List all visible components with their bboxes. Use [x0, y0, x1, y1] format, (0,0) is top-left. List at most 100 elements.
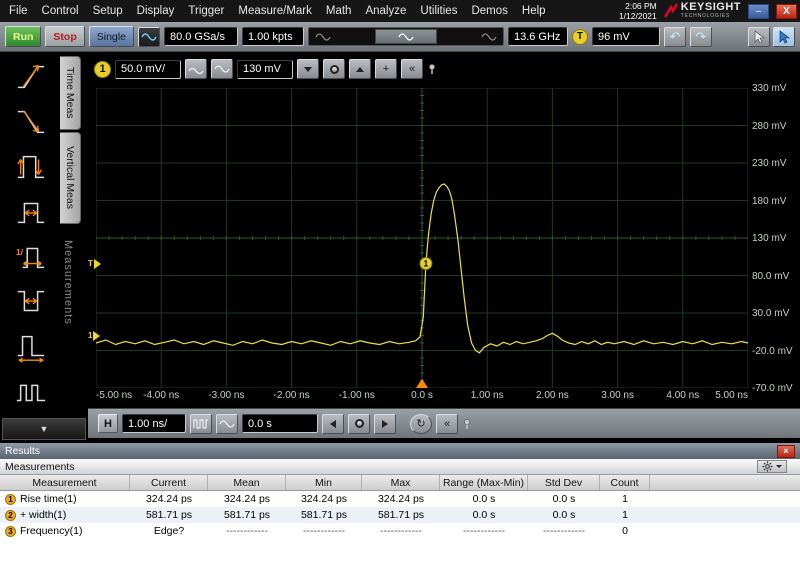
column-header-std-dev[interactable]: Std Dev [528, 475, 600, 490]
measurement-name-cell: 3Frequency(1) [0, 523, 130, 539]
channel-1-badge[interactable]: 1 [94, 61, 111, 78]
cell-mean: ------------ [208, 523, 286, 539]
results-close-button[interactable]: × [777, 445, 795, 458]
toolbar: Run Stop Single 80.0 GSa/s 1.00 kpts 13.… [0, 22, 800, 52]
tab-label: Time Meas [64, 67, 76, 119]
tab-label: Vertical Meas [64, 146, 76, 209]
single-button[interactable]: Single [89, 26, 134, 47]
measurement-button-negative-width[interactable] [8, 279, 54, 324]
sample-rate-field[interactable]: 80.0 GSa/s [164, 27, 238, 46]
trigger-level-field[interactable]: 96 mV [592, 27, 660, 46]
memory-depth-field[interactable]: 1.00 kpts [242, 27, 304, 46]
pin-icon[interactable] [427, 63, 437, 75]
measurement-row-rise-time-1[interactable]: 1Rise time(1)324.24 ps324.24 ps324.24 ps… [0, 491, 800, 507]
redo-icon: ↷ [696, 30, 707, 43]
timebase-zoom-in-button[interactable] [190, 414, 212, 434]
menu-item-trigger[interactable]: Trigger [181, 2, 231, 20]
cell-count: 1 [600, 507, 650, 523]
menu-item-analyze[interactable]: Analyze [358, 2, 413, 20]
reset-position-button[interactable]: ↻ [410, 414, 432, 434]
expand-measurements-button[interactable]: ▼ [2, 418, 86, 440]
waveform-display-toggle-button[interactable] [138, 27, 160, 47]
x-axis-label: 0.0 s [411, 390, 433, 401]
undo-button[interactable]: ↶ [664, 27, 686, 47]
offset-down-button[interactable] [297, 59, 319, 79]
stop-button[interactable]: Stop [45, 26, 84, 47]
measurement-button-fall-time[interactable] [8, 99, 54, 144]
position-right-button[interactable] [374, 414, 396, 434]
fall-time-icon [15, 106, 47, 138]
scale-coarse-button[interactable] [185, 59, 207, 79]
column-header-measurement[interactable]: Measurement [0, 475, 130, 490]
offset-up-button[interactable] [349, 59, 371, 79]
column-header-mean[interactable]: Mean [208, 475, 286, 490]
trigger-level-marker[interactable]: T [88, 258, 101, 270]
cell-range-max-min: 0.0 s [440, 507, 528, 523]
horizontal-position-field[interactable]: 0.0 s [242, 414, 318, 433]
tab-time-meas[interactable]: Time Meas [60, 56, 81, 130]
clock-date: 1/12/2021 [619, 11, 657, 21]
pin-icon[interactable] [462, 418, 472, 430]
x-axis-label: 5.00 ns [715, 390, 748, 401]
column-header-range-max-min[interactable]: Range (Max-Min) [440, 475, 528, 490]
column-header-filler [650, 475, 800, 490]
menu-item-setup[interactable]: Setup [86, 2, 130, 20]
position-knob[interactable] [348, 414, 370, 434]
measurement-badge: 1 [5, 494, 16, 505]
menu-item-math[interactable]: Math [319, 2, 359, 20]
measurement-button-positive-width[interactable] [8, 189, 54, 234]
trigger-source-badge[interactable]: T [572, 29, 588, 45]
timebase-scale-field[interactable]: 1.00 ns/ [122, 414, 186, 433]
column-header-current[interactable]: Current [130, 475, 208, 490]
channel-scale-field[interactable]: 50.0 mV/ [115, 60, 181, 79]
horizontal-control-bar: H 1.00 ns/ 0.0 s ↻ « [88, 408, 800, 438]
acquisition-window-handle[interactable] [375, 29, 437, 44]
acquisition-position-strip[interactable] [308, 27, 504, 46]
offset-knob[interactable] [323, 59, 345, 79]
close-button[interactable]: X [776, 4, 797, 19]
measurements-settings-button[interactable] [757, 460, 787, 473]
menu-item-display[interactable]: Display [130, 2, 182, 20]
measurement-row-width-1[interactable]: 2+ width(1)581.71 ps581.71 ps581.71 ps58… [0, 507, 800, 523]
menu-item-demos[interactable]: Demos [464, 2, 514, 20]
touch-mode-button[interactable] [773, 27, 795, 47]
position-left-button[interactable] [322, 414, 344, 434]
measurement-button-duty-cycle[interactable] [8, 324, 54, 369]
run-button[interactable]: Run [5, 26, 41, 47]
cell-range-max-min: 0.0 s [440, 491, 528, 507]
scale-fine-button[interactable] [211, 59, 233, 79]
measurement-row-frequency-1[interactable]: 3Frequency(1)Edge?----------------------… [0, 523, 800, 539]
collapse-channel-bar-button[interactable]: « [401, 59, 423, 79]
menu-item-help[interactable]: Help [515, 2, 553, 20]
ground-marker[interactable]: 1 [88, 330, 100, 342]
redo-button[interactable]: ↷ [690, 27, 712, 47]
x-axis-label: -3.00 ns [208, 390, 244, 401]
measurement-button-frequency[interactable]: 1/ [8, 234, 54, 279]
pointer-mode-button[interactable] [748, 27, 770, 47]
channel-offset-field[interactable]: 130 mV [237, 60, 293, 79]
bandwidth-field[interactable]: 13.6 GHz [508, 27, 568, 46]
column-header-min[interactable]: Min [286, 475, 362, 490]
column-header-max[interactable]: Max [362, 475, 440, 490]
minimize-button[interactable]: – [748, 4, 769, 19]
tab-vertical-meas[interactable]: Vertical Meas [60, 132, 81, 224]
cell-count: 1 [600, 491, 650, 507]
menu-item-control[interactable]: Control [35, 2, 86, 20]
horizontal-badge[interactable]: H [98, 414, 118, 433]
menu-item-measure-mark[interactable]: Measure/Mark [231, 2, 319, 20]
menu-item-utilities[interactable]: Utilities [413, 2, 464, 20]
collapse-horizontal-bar-button[interactable]: « [436, 414, 458, 434]
timebase-zoom-out-button[interactable] [216, 414, 238, 434]
measurement-button-edge-levels[interactable] [8, 144, 54, 189]
add-waveform-button[interactable]: + [375, 59, 397, 79]
chevron-right-icon [382, 420, 388, 428]
menu-item-file[interactable]: File [2, 2, 35, 20]
y-axis-label: 330 mV [752, 83, 786, 94]
column-header-count[interactable]: Count [600, 475, 650, 490]
cell-std-dev: 0.0 s [528, 507, 600, 523]
waveform-plot[interactable]: 1 [96, 88, 748, 388]
measurement-button-rise-time[interactable] [8, 54, 54, 99]
burst-width-icon [15, 376, 47, 408]
measurement-button-burst-width[interactable] [8, 369, 54, 414]
edge-levels-icon [15, 151, 47, 183]
